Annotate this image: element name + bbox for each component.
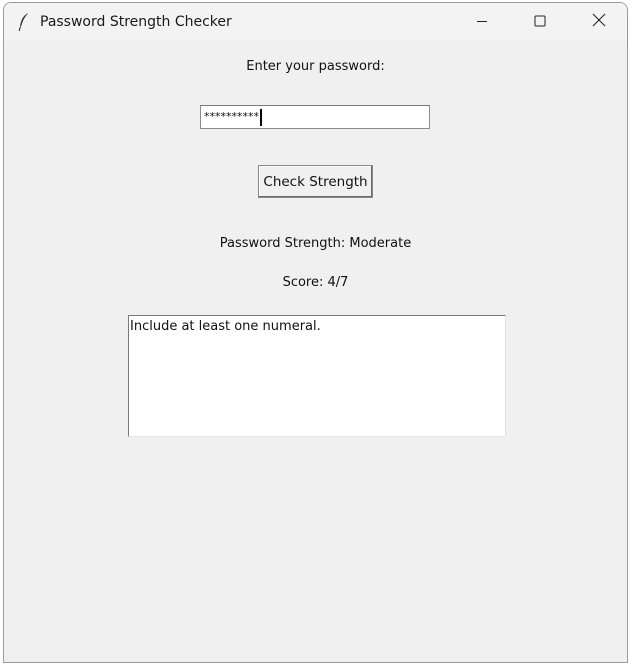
- feedback-textbox[interactable]: Include at least one numeral.: [128, 315, 506, 437]
- feather-icon: [18, 12, 30, 32]
- score-label: Score: 4/7: [282, 275, 349, 290]
- text-caret: [260, 108, 262, 126]
- minimize-button[interactable]: [459, 3, 505, 39]
- title-bar[interactable]: Password Strength Checker: [4, 3, 627, 41]
- main-content: Enter your password: ********** Check St…: [4, 41, 627, 662]
- maximize-button[interactable]: [517, 3, 563, 39]
- app-window: Password Strength Checker Enter your pas…: [3, 2, 628, 663]
- password-prompt-label: Enter your password:: [246, 59, 385, 74]
- password-masked-value: **********: [204, 110, 259, 123]
- strength-result-label: Password Strength: Moderate: [219, 236, 412, 251]
- minimize-icon: [476, 12, 488, 31]
- close-icon: [592, 12, 606, 31]
- close-button[interactable]: [576, 3, 622, 39]
- password-input[interactable]: **********: [200, 105, 430, 129]
- window-title: Password Strength Checker: [40, 14, 232, 30]
- feedback-text: Include at least one numeral.: [130, 319, 321, 334]
- maximize-icon: [534, 12, 546, 31]
- check-strength-button[interactable]: Check Strength: [258, 165, 373, 198]
